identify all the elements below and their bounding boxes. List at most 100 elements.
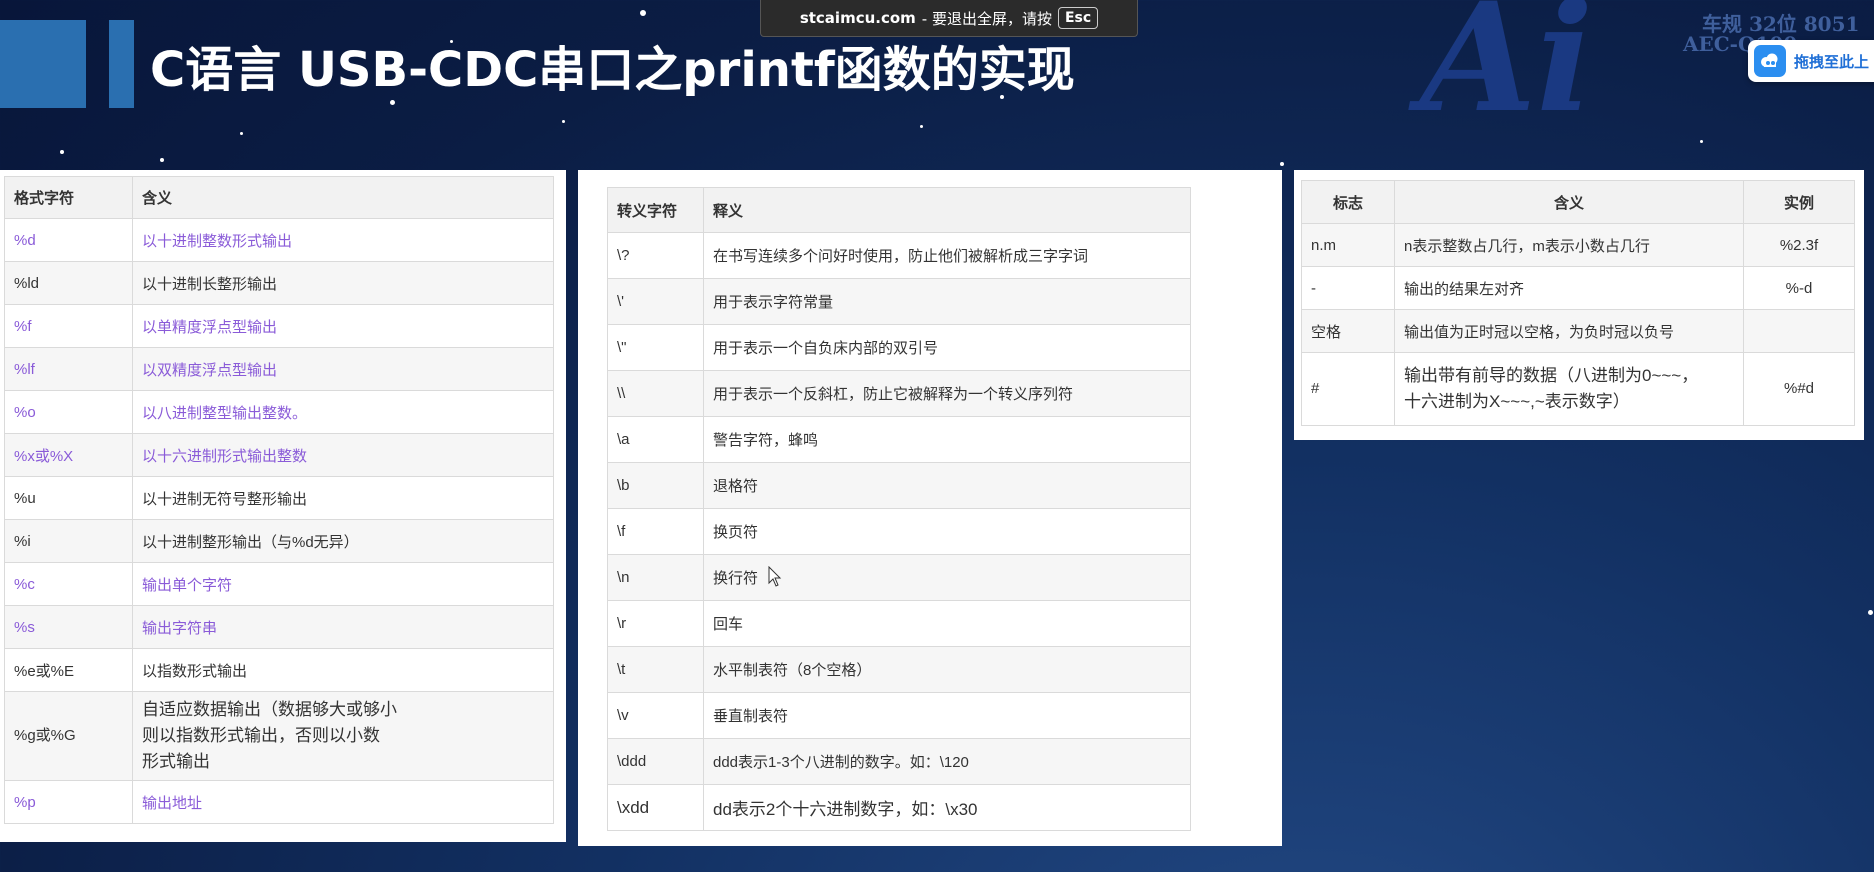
cloud-icon <box>1754 45 1786 77</box>
format-code: %ld <box>4 261 133 305</box>
table-row: %d 以十进制整数形式输出 <box>4 218 554 262</box>
flag-header-flag: 标志 <box>1301 180 1395 224</box>
format-code: %u <box>4 476 133 520</box>
table-row: # 输出带有前导的数据（八进制为0~~~， 十六进制为X~~~,~表示数字） %… <box>1301 352 1855 426</box>
flag-code: # <box>1301 352 1395 426</box>
escape-code: \a <box>607 416 704 463</box>
fullscreen-domain: stcaimcu.com <box>799 9 916 27</box>
flag-meaning: 输出带有前导的数据（八进制为0~~~， 十六进制为X~~~,~表示数字） <box>1394 352 1744 426</box>
escape-code: \" <box>607 324 704 371</box>
brand-watermark: Ai <box>1420 0 1594 146</box>
escape-meaning: 用于表示一个反斜杠，防止它被解释为一个转义序列符 <box>703 370 1191 417</box>
table-row: \a 警告字符，蜂鸣 <box>607 416 1191 463</box>
escape-meaning: 水平制表符（8个空格） <box>703 646 1191 693</box>
format-code: %e或%E <box>4 648 133 692</box>
format-code[interactable]: %f <box>4 304 133 348</box>
escape-meaning: ddd表示1-3个八进制的数字。如：\120 <box>703 738 1191 785</box>
table-row: \n 换行符 <box>607 554 1191 601</box>
escape-code: \' <box>607 278 704 325</box>
format-meaning[interactable]: 以双精度浮点型输出 <box>132 347 554 391</box>
table-row: \' 用于表示字符常量 <box>607 278 1191 325</box>
table-row: 空格 输出值为正时冠以空格，为负时冠以负号 <box>1301 309 1855 353</box>
format-meaning[interactable]: 以十六进制形式输出整数 <box>132 433 554 477</box>
escape-meaning: 用于表示字符常量 <box>703 278 1191 325</box>
meaning-line: 则以指数形式输出，否则以小数 <box>142 726 380 745</box>
format-meaning: 以指数形式输出 <box>132 648 554 692</box>
fullscreen-notice: stcaimcu.com - 要退出全屏，请按 Esc <box>760 0 1138 37</box>
escape-code: \t <box>607 646 704 693</box>
flag-meaning: n表示整数占几行，m表示小数占几行 <box>1394 223 1744 267</box>
flag-example: %-d <box>1743 266 1855 310</box>
escape-meaning: 用于表示一个自负床内部的双引号 <box>703 324 1191 371</box>
drag-to-upload-button[interactable]: 拖拽至此上 <box>1748 40 1874 82</box>
table-row: \t 水平制表符（8个空格） <box>607 646 1191 693</box>
table-row: \xdd dd表示2个十六进制数字，如：\x30 <box>607 784 1191 831</box>
table-row: - 输出的结果左对齐 %-d <box>1301 266 1855 310</box>
format-header-code: 格式字符 <box>4 176 133 219</box>
escape-meaning: 在书写连续多个问好时使用，防止他们被解析成三字字词 <box>703 232 1191 279</box>
format-table: 格式字符 含义 %d 以十进制整数形式输出 %ld 以十进制长整形输出 %f 以… <box>4 176 554 824</box>
table-row: %x或%X 以十六进制形式输出整数 <box>4 433 554 477</box>
esc-key-button[interactable]: Esc <box>1057 7 1099 29</box>
escape-table: 转义字符 释义 \? 在书写连续多个问好时使用，防止他们被解析成三字字词 \' … <box>607 187 1191 831</box>
table-row: %ld 以十进制长整形输出 <box>4 261 554 305</box>
table-row: n.m n表示整数占几行，m表示小数占几行 %2.3f <box>1301 223 1855 267</box>
escape-code: \v <box>607 692 704 739</box>
format-meaning[interactable]: 以十进制整数形式输出 <box>132 218 554 262</box>
flag-meaning: 输出值为正时冠以空格，为负时冠以负号 <box>1394 309 1744 353</box>
format-meaning: 自适应数据输出（数据够大或够小 则以指数形式输出，否则以小数 形式输出 <box>132 691 554 781</box>
flag-meaning: 输出的结果左对齐 <box>1394 266 1744 310</box>
logo-block-small <box>109 20 134 108</box>
table-row: %f 以单精度浮点型输出 <box>4 304 554 348</box>
format-meaning: 以十进制整形输出（与%d无异） <box>132 519 554 563</box>
format-meaning[interactable]: 输出单个字符 <box>132 562 554 606</box>
escape-code: \ddd <box>607 738 704 785</box>
slide-title: C语言 USB-CDC串口之printf函数的实现 <box>150 42 1075 98</box>
table-row: %o 以八进制整型输出整数。 <box>4 390 554 434</box>
table-row: %lf 以双精度浮点型输出 <box>4 347 554 391</box>
meaning-line: 自适应数据输出（数据够大或够小 <box>142 700 397 719</box>
format-code[interactable]: %s <box>4 605 133 649</box>
table-row: \r 回车 <box>607 600 1191 647</box>
table-row: \\ 用于表示一个反斜杠，防止它被解释为一个转义序列符 <box>607 370 1191 417</box>
flag-header-meaning: 含义 <box>1394 180 1744 224</box>
escape-meaning: dd表示2个十六进制数字，如：\x30 <box>703 784 1191 831</box>
escape-meaning: 退格符 <box>703 462 1191 509</box>
table-row: \ddd ddd表示1-3个八进制的数字。如：\120 <box>607 738 1191 785</box>
format-code: %g或%G <box>4 691 133 781</box>
meaning-line: 形式输出 <box>142 752 210 771</box>
table-row: %e或%E 以指数形式输出 <box>4 648 554 692</box>
format-code[interactable]: %lf <box>4 347 133 391</box>
mouse-cursor-icon <box>768 566 782 587</box>
flag-code: - <box>1301 266 1395 310</box>
table-row: %s 输出字符串 <box>4 605 554 649</box>
escape-code: \n <box>607 554 704 601</box>
flag-example: %2.3f <box>1743 223 1855 267</box>
flag-code: 空格 <box>1301 309 1395 353</box>
format-meaning[interactable]: 以八进制整型输出整数。 <box>132 390 554 434</box>
escape-code: \? <box>607 232 704 279</box>
escape-meaning: 换页符 <box>703 508 1191 555</box>
format-code[interactable]: %o <box>4 390 133 434</box>
table-row: \? 在书写连续多个问好时使用，防止他们被解析成三字字词 <box>607 232 1191 279</box>
table-row: \v 垂直制表符 <box>607 692 1191 739</box>
format-meaning[interactable]: 输出地址 <box>132 780 554 824</box>
escape-header-code: 转义字符 <box>607 187 704 233</box>
table-row: %c 输出单个字符 <box>4 562 554 606</box>
meaning-line: 输出带有前导的数据（八进制为0~~~， <box>1404 366 1699 385</box>
format-code[interactable]: %x或%X <box>4 433 133 477</box>
table-row: %p 输出地址 <box>4 780 554 824</box>
flag-table-panel: 标志 含义 实例 n.m n表示整数占几行，m表示小数占几行 %2.3f - 输… <box>1294 170 1864 440</box>
escape-code: \\ <box>607 370 704 417</box>
format-code[interactable]: %d <box>4 218 133 262</box>
flag-example <box>1743 309 1855 353</box>
table-row: %i 以十进制整形输出（与%d无异） <box>4 519 554 563</box>
format-code[interactable]: %p <box>4 780 133 824</box>
table-row: \b 退格符 <box>607 462 1191 509</box>
escape-meaning: 垂直制表符 <box>703 692 1191 739</box>
format-meaning[interactable]: 输出字符串 <box>132 605 554 649</box>
format-code[interactable]: %c <box>4 562 133 606</box>
format-table-panel: 格式字符 含义 %d 以十进制整数形式输出 %ld 以十进制长整形输出 %f 以… <box>0 170 566 842</box>
format-meaning: 以十进制长整形输出 <box>132 261 554 305</box>
format-meaning[interactable]: 以单精度浮点型输出 <box>132 304 554 348</box>
